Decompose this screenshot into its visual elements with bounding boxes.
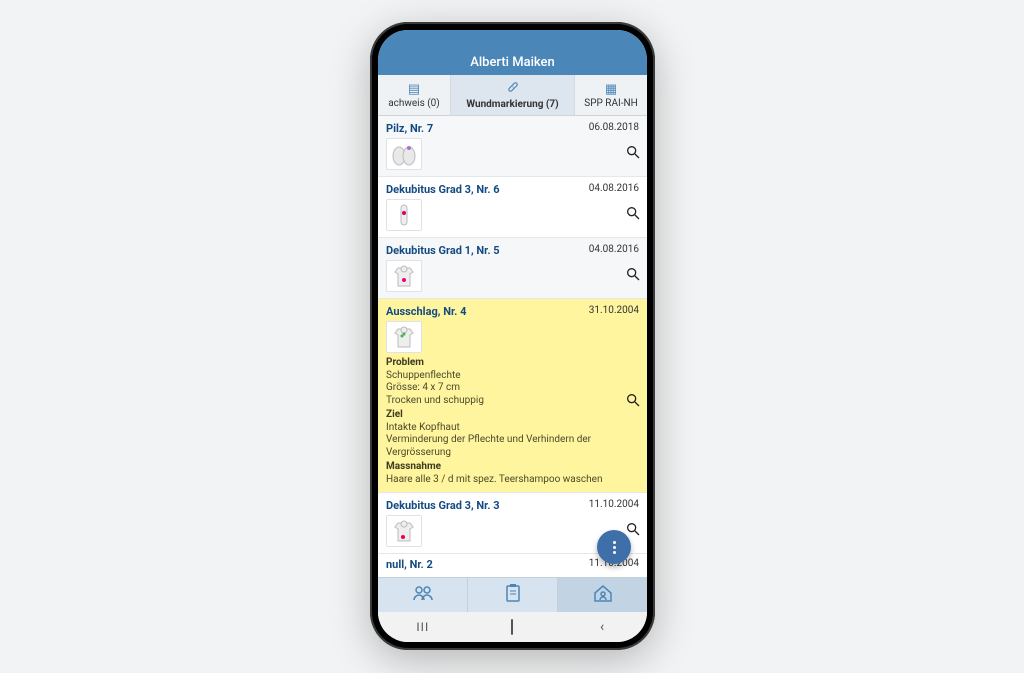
body-thumb-torso [386,260,422,292]
app-header: Alberti Maiken [378,52,647,75]
problem-text: Schuppenflechte [386,370,639,383]
bandage-icon [506,80,520,98]
zoom-icon[interactable] [625,521,641,537]
document-icon: ▤ [408,82,420,97]
massnahme-label: Massnahme [386,461,639,474]
tab-label: SPP RAI-NH [584,98,637,109]
bottom-app-nav [378,577,647,612]
home-button[interactable] [501,620,523,634]
recent-apps-button[interactable]: III [412,620,434,634]
body-thumb-feet [386,138,422,170]
form-icon: ▦ [605,82,617,97]
item-date: 11.10.2004 [589,499,639,512]
item-details: Problem Schuppenflechte Grösse: 4 x 7 cm… [386,357,639,486]
clipboard-icon [505,584,521,606]
item-title: Dekubitus Grad 3, Nr. 3 [386,499,500,512]
people-icon [412,585,434,605]
phone-screen: Alberti Maiken ▤ achweis (0) Wundmarkier… [378,30,647,642]
more-vert-icon [613,541,616,554]
ziel-text: Intakte Kopfhaut [386,422,639,435]
tab-spp-rai[interactable]: ▦ SPP RAI-NH [575,75,647,115]
ziel-label: Ziel [386,409,639,422]
body-thumb-knee [386,199,422,231]
patient-name: Alberti Maiken [470,55,555,70]
list-item-expanded[interactable]: Ausschlag, Nr. 4 31.10.2004 Problem Schu… [378,299,647,493]
item-title: null, Nr. 2 [386,558,433,571]
home-person-icon [593,584,613,606]
phone-frame: Alberti Maiken ▤ achweis (0) Wundmarkier… [370,22,655,650]
list-item[interactable]: Dekubitus Grad 1, Nr. 5 04.08.2016 [378,238,647,299]
zoom-icon[interactable] [625,205,641,221]
problem-text: Trocken und schuppig [386,395,639,408]
fab-more[interactable] [597,530,631,564]
item-date: 04.08.2016 [589,244,639,257]
item-date: 31.10.2004 [589,305,639,318]
tab-wundmarkierung[interactable]: Wundmarkierung (7) [451,75,575,115]
top-tabs: ▤ achweis (0) Wundmarkierung (7) ▦ SPP R… [378,75,647,116]
tab-nachweis[interactable]: ▤ achweis (0) [378,75,451,115]
zoom-icon[interactable] [625,144,641,160]
nav-home[interactable] [558,578,647,612]
item-title: Pilz, Nr. 7 [386,122,433,135]
item-date: 04.08.2016 [589,183,639,196]
item-date: 06.08.2018 [589,122,639,135]
android-status-bar [378,30,647,52]
item-title: Dekubitus Grad 3, Nr. 6 [386,183,500,196]
list-item[interactable]: Pilz, Nr. 7 06.08.2018 [378,116,647,177]
tab-label: Wundmarkierung (7) [466,99,558,110]
tab-label: achweis (0) [388,98,440,109]
problem-label: Problem [386,357,639,370]
back-button[interactable]: ‹ [591,619,613,635]
massnahme-text: Haare alle 3 / d mit spez. Teershampoo w… [386,474,639,487]
zoom-icon[interactable] [625,392,641,408]
wound-list[interactable]: Pilz, Nr. 7 06.08.2018 Dekubitus Grad 3,… [378,116,647,577]
list-item[interactable]: Dekubitus Grad 3, Nr. 6 04.08.2016 [378,177,647,238]
problem-text: Grösse: 4 x 7 cm [386,382,639,395]
body-thumb-back [386,321,422,353]
body-thumb-pelvis [386,515,422,547]
item-title: Ausschlag, Nr. 4 [386,305,466,318]
ziel-text: Verminderung der Pflechte und Verhindern… [386,434,639,459]
zoom-icon[interactable] [625,266,641,282]
nav-clipboard[interactable] [468,578,558,612]
item-title: Dekubitus Grad 1, Nr. 5 [386,244,500,257]
nav-people[interactable] [378,578,468,612]
android-nav-bar: III ‹ [378,612,647,642]
